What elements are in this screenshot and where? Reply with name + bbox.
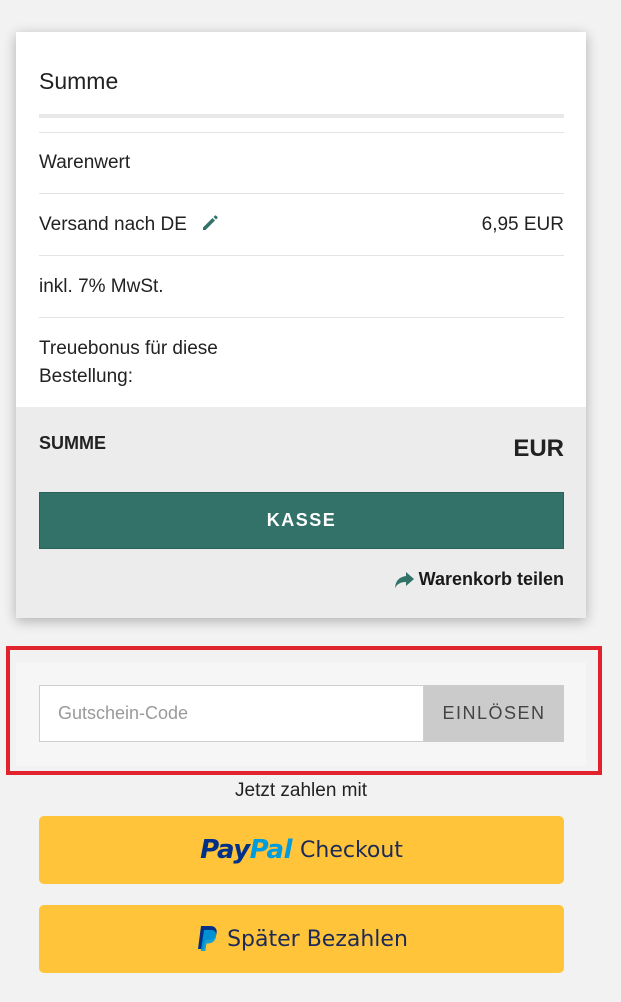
paypal-brand-pal: Pal [249, 835, 293, 865]
pay-later-label: Später Bezahlen [227, 926, 408, 952]
paypal-p-icon [198, 926, 217, 951]
checkout-button[interactable]: KASSE [39, 492, 564, 549]
shipping-label: Versand nach DE [39, 214, 187, 235]
coupon-code-input[interactable] [39, 685, 424, 742]
loyalty-bonus-label-line2: Bestellung: [39, 366, 134, 387]
row-divider [39, 132, 564, 133]
row-divider [39, 255, 564, 256]
paypal-brand-pay: Pay [200, 835, 250, 865]
shipping-amount: 6,95 EUR [481, 214, 564, 235]
goods-value-label: Warenwert [39, 152, 131, 173]
paypal-pay-later-button[interactable]: Später Bezahlen [39, 905, 564, 973]
redeem-coupon-button[interactable]: EINLÖSEN [424, 685, 564, 742]
order-summary-card: Summe Warenwert Versand nach DE 6,95 EUR… [16, 32, 586, 618]
loyalty-bonus-label: Treuebonus für diese Bestellung: [39, 335, 218, 391]
shipping-row: Versand nach DE [39, 211, 220, 239]
share-cart-label: Warenkorb teilen [418, 569, 564, 589]
summary-title: Summe [39, 68, 119, 94]
total-amount: EUR [513, 435, 564, 462]
coupon-panel: EINLÖSEN [16, 662, 586, 766]
pencil-icon[interactable] [200, 213, 220, 233]
total-label: SUMME [39, 433, 106, 453]
share-cart-link[interactable]: Warenkorb teilen [393, 569, 564, 590]
paypal-logo-icon: PayPal [200, 835, 292, 865]
total-section: SUMME EUR KASSE Warenkorb teilen [16, 407, 586, 618]
paypal-checkout-button[interactable]: PayPal Checkout [39, 816, 564, 884]
vat-label: inkl. 7% MwSt. [39, 276, 164, 297]
paypal-checkout-label: Checkout [300, 837, 403, 863]
loyalty-bonus-label-line1: Treuebonus für diese [39, 338, 218, 359]
row-divider [39, 193, 564, 194]
row-divider [39, 317, 564, 318]
pay-now-heading: Jetzt zahlen mit [235, 780, 367, 801]
title-divider [39, 114, 564, 118]
share-arrow-icon [394, 571, 414, 588]
